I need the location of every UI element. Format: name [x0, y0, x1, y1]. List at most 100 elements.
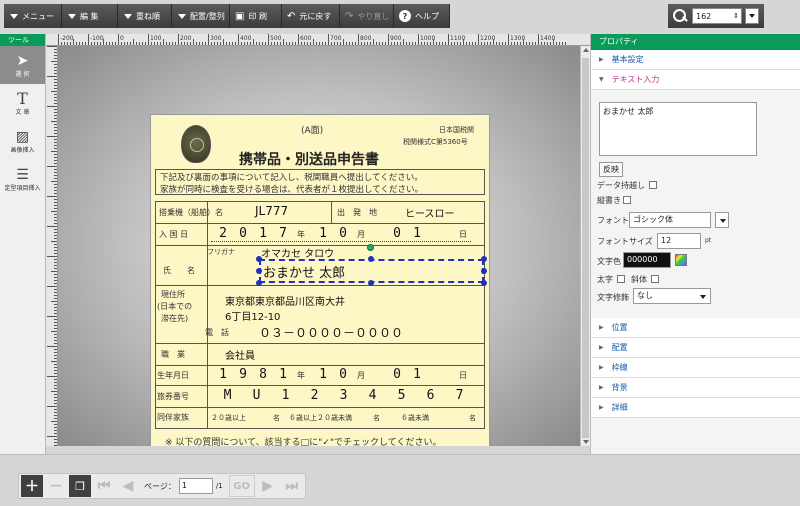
decoration-label: 文字修飾	[597, 293, 629, 302]
ruler-tick	[268, 34, 269, 45]
resize-handle[interactable]	[481, 256, 487, 262]
text-input-area[interactable]: おまかせ 太郎	[599, 102, 757, 156]
ruler-tick	[51, 91, 57, 92]
decoration-select[interactable]: なし	[633, 288, 711, 304]
italic-label: 斜体	[631, 275, 647, 284]
help-button[interactable]: ? ヘルプ	[394, 4, 450, 28]
ruler-tick	[424, 42, 425, 45]
last-page-button[interactable]: ⏭	[281, 475, 303, 497]
ruler-tick	[54, 400, 57, 401]
font-select[interactable]: ゴシック体	[629, 212, 711, 228]
ruler-tick	[54, 409, 57, 410]
bold-checkbox[interactable]	[617, 275, 625, 283]
ruler-tick	[54, 283, 57, 284]
ruler-tick	[349, 42, 350, 45]
ruler-tick	[322, 42, 323, 45]
resize-handle[interactable]	[481, 268, 487, 274]
tool-select[interactable]: ➤ 選 択	[0, 46, 45, 84]
copy-page-button[interactable]: ❐	[69, 475, 91, 497]
next-page-button[interactable]: ▶	[257, 475, 279, 497]
zoom-dropdown[interactable]	[745, 8, 759, 24]
ruler-tick	[148, 34, 149, 45]
ruler-tick	[54, 259, 57, 260]
section-basic[interactable]: ▶ 基本設定	[591, 50, 800, 70]
resize-handle[interactable]	[256, 280, 262, 286]
ruler-tick	[493, 39, 494, 45]
font-dropdown[interactable]	[715, 212, 729, 228]
tool-text[interactable]: T 文 章	[0, 84, 45, 122]
edit-button[interactable]: 編 集	[62, 4, 118, 28]
stack-order-button[interactable]: 重ね順	[118, 4, 172, 28]
vertical-checkbox[interactable]	[623, 196, 631, 204]
scrollbar-thumb[interactable]	[582, 58, 589, 438]
ruler-tick	[169, 42, 170, 45]
ruler-tick	[433, 39, 434, 45]
resize-handle[interactable]	[481, 280, 487, 286]
ruler-tick	[358, 34, 359, 45]
print-button[interactable]: ▣ 印 刷	[230, 4, 282, 28]
ruler-label: 400	[240, 35, 252, 42]
ruler-tick	[235, 42, 236, 45]
section-position[interactable]: ▶ 位置	[591, 318, 800, 338]
add-page-button[interactable]: ＋	[21, 475, 43, 497]
resize-handle[interactable]	[368, 256, 374, 262]
first-page-button[interactable]: ⏮	[93, 475, 115, 497]
caret-down-icon	[720, 219, 726, 223]
ruler-tick	[79, 42, 80, 45]
scroll-up-icon[interactable]	[583, 48, 589, 52]
resize-handle[interactable]	[256, 256, 262, 262]
arrange-button[interactable]: 配置/整列	[172, 4, 230, 28]
data-keep-checkbox[interactable]	[649, 181, 657, 189]
prev-page-button[interactable]: ◀	[117, 475, 139, 497]
ruler-tick	[154, 42, 155, 45]
reflect-button[interactable]: 反映	[599, 162, 623, 177]
canvas[interactable]: (A面) 日本国税関 税関様式C第5360号 携帯品・別送品申告書 下記及び裏面…	[58, 46, 580, 446]
undo-button[interactable]: ↶ 元に戻す	[282, 4, 340, 28]
ruler-tick	[112, 42, 113, 45]
ruler-tick	[487, 42, 488, 45]
ruler-tick	[54, 145, 57, 146]
section-alignment[interactable]: ▶ 配置	[591, 338, 800, 358]
ruler-tick	[460, 42, 461, 45]
resize-handle[interactable]	[256, 268, 262, 274]
ruler-tick	[166, 42, 167, 45]
ruler-label: 800	[360, 35, 372, 42]
resize-handle[interactable]	[368, 280, 374, 286]
ruler-tick	[54, 349, 57, 350]
menu-button[interactable]: メニュー	[4, 4, 62, 28]
section-background[interactable]: ▶ 背景	[591, 378, 800, 398]
ruler-tick	[54, 427, 57, 428]
ruler-tick	[54, 292, 57, 293]
page-label: ページ：	[144, 481, 176, 491]
ruler-tick	[403, 39, 404, 45]
zoom-input[interactable]: 162 ⇕	[692, 8, 742, 24]
page-input[interactable]: 1	[178, 478, 213, 494]
color-palette-icon[interactable]	[675, 254, 687, 266]
ruler-tick	[67, 42, 68, 45]
section-details[interactable]: ▶ 詳細	[591, 398, 800, 418]
font-size-input[interactable]: 12	[657, 233, 701, 249]
italic-checkbox[interactable]	[651, 275, 659, 283]
rotate-handle[interactable]	[367, 244, 374, 251]
vertical-scrollbar[interactable]	[580, 46, 590, 446]
ruler-tick	[103, 39, 104, 45]
ruler-tick	[54, 388, 57, 389]
ruler-tick	[97, 42, 98, 45]
tool-image[interactable]: ▨ 画像挿入	[0, 122, 45, 160]
go-button[interactable]: GO	[228, 475, 255, 497]
section-text-input[interactable]: ▼ テキスト入力	[591, 70, 800, 90]
redo-button[interactable]: ↷ やり直し	[340, 4, 394, 28]
ruler-tick	[51, 331, 57, 332]
ruler-tick	[51, 271, 57, 272]
tool-template-item[interactable]: ☰ 定型項目挿入	[0, 160, 45, 198]
text-color-input[interactable]: 000000	[623, 252, 671, 268]
section-border[interactable]: ▶ 枠線	[591, 358, 800, 378]
ruler-tick	[259, 42, 260, 45]
ruler-tick	[184, 42, 185, 45]
ruler-tick	[364, 42, 365, 45]
ruler-tick	[280, 42, 281, 45]
scroll-down-icon[interactable]	[583, 440, 589, 444]
remove-page-button[interactable]: －	[45, 475, 67, 497]
ruler-tick	[54, 52, 57, 53]
spinner-icon[interactable]: ⇕	[733, 12, 739, 20]
